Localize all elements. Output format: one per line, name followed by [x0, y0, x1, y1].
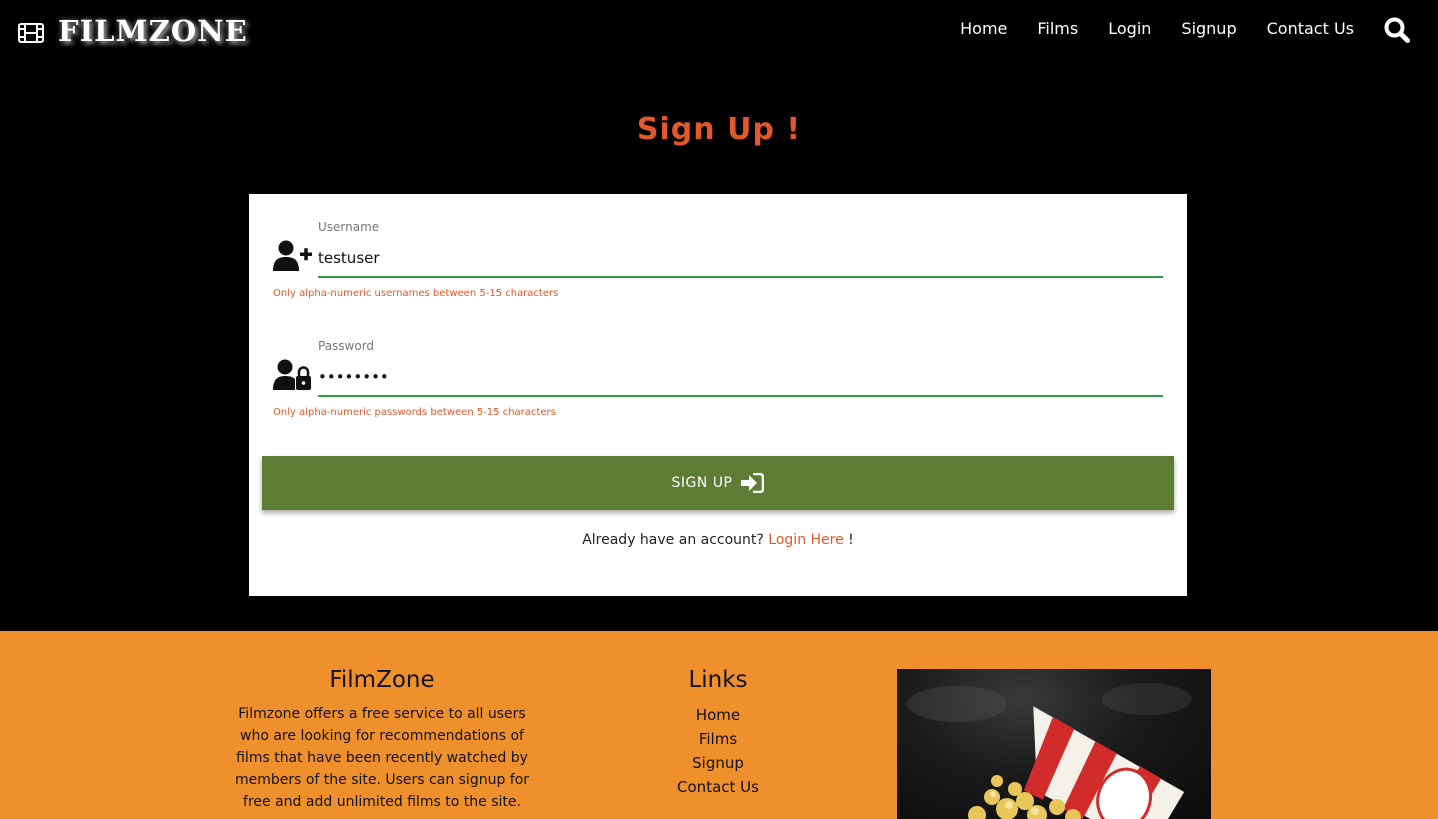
- username-label: Username: [318, 220, 380, 234]
- nav-films[interactable]: Films: [1037, 19, 1078, 38]
- nav-login[interactable]: Login: [1108, 19, 1151, 38]
- popcorn-image: [897, 669, 1211, 819]
- password-hint: Only alpha-numeric passwords between 5-1…: [273, 407, 556, 418]
- footer-links-title: Links: [688, 667, 748, 693]
- brand-name: FILMZONE: [58, 14, 248, 48]
- film-icon: [18, 23, 44, 43]
- username-hint: Only alpha-numeric usernames between 5-1…: [273, 288, 559, 299]
- footer-about-title: FilmZone: [329, 667, 435, 693]
- login-prompt-text: Already have an account?: [582, 532, 764, 548]
- top-navbar: FILMZONE Home Films Login Signup Contact…: [0, 0, 1438, 62]
- nav-contact-us[interactable]: Contact Us: [1267, 19, 1354, 38]
- nav-links: Home Films Login Signup Contact Us: [930, 19, 1354, 38]
- login-here-link[interactable]: Login Here: [768, 532, 843, 548]
- footer-link-signup[interactable]: Signup: [618, 751, 818, 775]
- login-suffix: !: [843, 532, 854, 548]
- footer-link-contact-us[interactable]: Contact Us: [618, 775, 818, 799]
- search-icon[interactable]: [1384, 17, 1410, 43]
- nav-signup[interactable]: Signup: [1181, 19, 1236, 38]
- user-lock-icon: [273, 359, 311, 390]
- sign-in-icon: [741, 473, 765, 493]
- nav-home[interactable]: Home: [960, 19, 1007, 38]
- popcorn-illustration: [907, 683, 1192, 819]
- footer-link-films[interactable]: Films: [618, 727, 818, 751]
- password-label: Password: [318, 339, 375, 353]
- password-input[interactable]: [318, 359, 1163, 397]
- user-plus-icon: [273, 240, 312, 271]
- footer-link-home[interactable]: Home: [618, 703, 818, 727]
- signup-button-label: SIGN UP: [671, 475, 733, 491]
- brand-logo[interactable]: FILMZONE: [18, 14, 248, 48]
- footer-links: Links Home Films Signup Contact Us: [618, 667, 818, 799]
- login-prompt: Already have an account? Login Here !: [249, 532, 1187, 548]
- signup-button[interactable]: SIGN UP: [262, 456, 1174, 510]
- footer: FilmZone Filmzone offers a free service …: [0, 631, 1438, 819]
- footer-about: FilmZone Filmzone offers a free service …: [222, 667, 542, 813]
- username-input[interactable]: [318, 240, 1163, 278]
- signup-card: Username Only alpha-numeric usernames be…: [249, 194, 1187, 596]
- footer-about-text: Filmzone offers a free service to all us…: [234, 706, 530, 810]
- page-title: Sign Up !: [636, 112, 802, 147]
